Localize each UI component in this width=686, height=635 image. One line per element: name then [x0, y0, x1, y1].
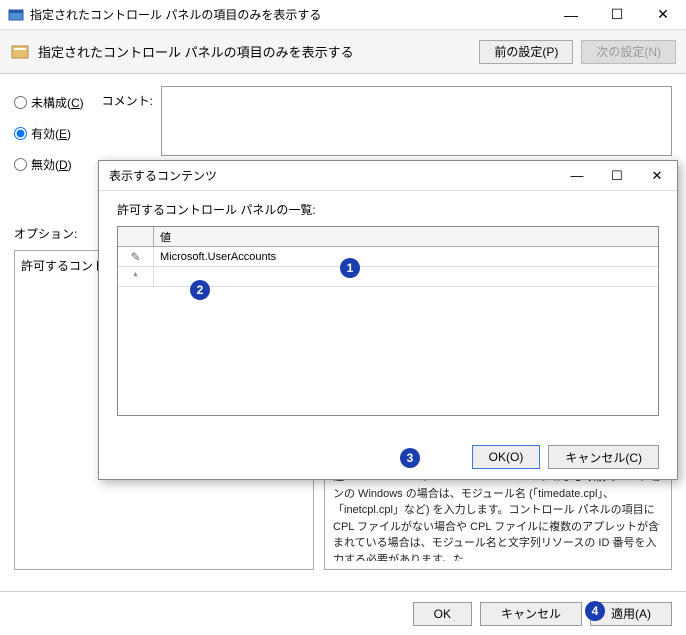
- radio-disabled[interactable]: 無効(D): [14, 156, 84, 173]
- minimize-button[interactable]: —: [548, 0, 594, 30]
- dialog-ok-button[interactable]: OK(O): [472, 445, 541, 469]
- help-text-bottom: 注: Windows Vista、Windows Server 2008、および…: [333, 469, 663, 561]
- radio-not-configured-input[interactable]: [14, 96, 27, 109]
- app-icon: [8, 7, 24, 23]
- radio-enabled-input[interactable]: [14, 127, 27, 140]
- dialog-minimize-button[interactable]: —: [557, 161, 597, 191]
- annotation-marker-3: 3: [400, 448, 420, 468]
- dialog-cancel-button[interactable]: キャンセル(C): [548, 445, 659, 469]
- comment-textarea[interactable]: [161, 86, 672, 156]
- radio-enabled[interactable]: 有効(E): [14, 125, 84, 142]
- close-button[interactable]: ✕: [640, 0, 686, 30]
- dialog-maximize-button[interactable]: ☐: [597, 161, 637, 191]
- dialog-list-label: 許可するコントロール パネルの一覧:: [117, 201, 659, 218]
- policy-header: 指定されたコントロール パネルの項目のみを表示する 前の設定(P) 次の設定(N…: [0, 30, 686, 74]
- dialog-button-bar: OK キャンセル 適用(A): [0, 591, 686, 635]
- radio-not-configured-label: 未構成(C): [31, 94, 84, 111]
- radio-disabled-label: 無効(D): [31, 156, 72, 173]
- window-title: 指定されたコントロール パネルの項目のみを表示する: [30, 6, 548, 23]
- row-marker-icon: ✎: [118, 247, 154, 266]
- policy-title: 指定されたコントロール パネルの項目のみを表示する: [38, 42, 471, 61]
- cancel-button[interactable]: キャンセル: [480, 602, 582, 626]
- annotation-marker-4: 4: [585, 601, 605, 621]
- prev-setting-button[interactable]: 前の設定(P): [479, 40, 573, 64]
- radio-disabled-input[interactable]: [14, 158, 27, 171]
- table-row[interactable]: ✎ Microsoft.UserAccounts: [118, 247, 658, 267]
- new-row-marker-icon: *: [118, 267, 154, 286]
- annotation-marker-1: 1: [340, 258, 360, 278]
- show-contents-dialog: 表示するコンテンツ — ☐ ✕ 許可するコントロール パネルの一覧: 値 ✎ M…: [98, 160, 678, 480]
- ok-button[interactable]: OK: [413, 602, 472, 626]
- apply-button-label: 適用(A): [611, 605, 651, 622]
- window-titlebar: 指定されたコントロール パネルの項目のみを表示する — ☐ ✕: [0, 0, 686, 30]
- grid-column-value: 値: [154, 227, 658, 246]
- state-radio-group: 未構成(C) 有効(E) 無効(D): [14, 86, 84, 173]
- dialog-grid[interactable]: 値 ✎ Microsoft.UserAccounts *: [117, 226, 659, 416]
- radio-enabled-label: 有効(E): [31, 125, 71, 142]
- row-value-cell[interactable]: [154, 267, 658, 286]
- grid-header: 値: [118, 227, 658, 247]
- dialog-close-button[interactable]: ✕: [637, 161, 677, 191]
- dialog-title: 表示するコンテンツ: [109, 167, 557, 184]
- radio-not-configured[interactable]: 未構成(C): [14, 94, 84, 111]
- maximize-button[interactable]: ☐: [594, 0, 640, 30]
- dialog-titlebar: 表示するコンテンツ — ☐ ✕: [99, 161, 677, 191]
- annotation-marker-2: 2: [190, 280, 210, 300]
- row-value-cell[interactable]: Microsoft.UserAccounts: [154, 247, 658, 266]
- next-setting-button: 次の設定(N): [581, 40, 676, 64]
- policy-icon: [10, 42, 30, 62]
